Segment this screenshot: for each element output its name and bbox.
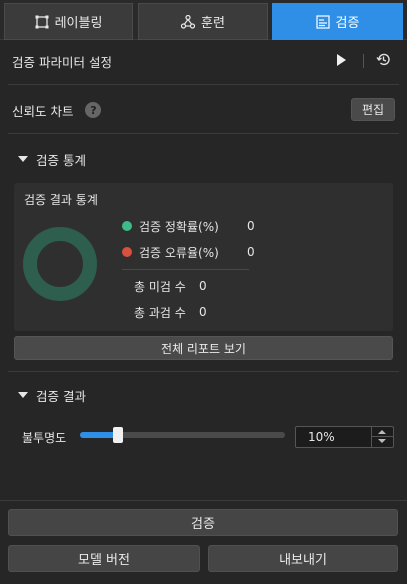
spin-up-icon[interactable] — [378, 430, 386, 434]
donut-chart — [22, 226, 98, 305]
error-legend-dot — [122, 247, 132, 257]
training-icon — [181, 14, 196, 29]
validate-button[interactable]: 검증 — [8, 509, 398, 536]
over-label: 총 과검 수 — [134, 305, 186, 320]
accuracy-legend-dot — [122, 221, 132, 231]
stats-box-title-row: 검증 결과 통계 — [24, 190, 98, 208]
edit-button[interactable]: 편집 — [351, 98, 395, 121]
stats-section-title: 검증 통계 — [36, 152, 86, 168]
footer-divider — [0, 500, 407, 501]
spin-down-icon[interactable] — [378, 439, 386, 443]
opacity-label: 불투명도 — [22, 430, 67, 445]
tab-training[interactable]: 훈련 — [138, 3, 268, 40]
donut-ring — [23, 227, 97, 301]
divider-1 — [8, 84, 399, 85]
missed-label: 총 미검 수 — [134, 279, 186, 294]
params-header: 검증 파라미터 설정 — [12, 52, 112, 70]
tab-labeling-label: 레이블링 — [54, 16, 103, 31]
accuracy-value: 0 — [247, 219, 255, 233]
opacity-slider[interactable] — [80, 427, 285, 443]
confidence-chart-row: 신뢰도 차트 ? — [12, 100, 102, 120]
play-button[interactable] — [335, 53, 347, 69]
results-section-title: 검증 결과 — [36, 388, 86, 404]
validation-icon — [315, 14, 330, 29]
spin-divider — [372, 436, 393, 437]
error-label: 검증 오류율(%) — [139, 245, 219, 260]
tab-validation[interactable]: 검증 — [272, 3, 403, 40]
results-section-header[interactable]: 검증 결과 — [18, 386, 86, 404]
params-title: 검증 파라미터 설정 — [12, 54, 112, 70]
missed-value: 0 — [199, 279, 207, 293]
divider-2 — [8, 133, 399, 134]
collapse-caret-icon — [18, 156, 28, 162]
export-button[interactable]: 내보내기 — [208, 545, 398, 572]
labeling-icon — [35, 15, 49, 29]
confidence-chart-label: 신뢰도 차트 — [12, 103, 74, 119]
header-divider — [363, 54, 364, 68]
full-report-button[interactable]: 전체 리포트 보기 — [14, 336, 393, 360]
missed-row: 총 미검 수 0 — [134, 277, 207, 295]
opacity-row: 불투명도 — [22, 428, 66, 446]
help-icon[interactable]: ? — [85, 102, 102, 118]
accuracy-row: 검증 정확률(%) 0 — [122, 217, 255, 235]
tab-bar: 레이블링 훈련 검증 — [0, 0, 407, 40]
history-icon — [376, 52, 391, 70]
collapse-caret-icon — [18, 392, 28, 398]
opacity-spin-buttons — [371, 427, 393, 447]
tab-validation-label: 검증 — [335, 16, 360, 31]
over-row: 총 과검 수 0 — [134, 303, 207, 321]
stats-inner-divider — [122, 269, 249, 270]
stats-box-title: 검증 결과 통계 — [24, 192, 98, 207]
error-row: 검증 오류율(%) 0 — [122, 243, 255, 261]
play-icon — [335, 53, 347, 70]
tab-training-label: 훈련 — [201, 16, 225, 31]
divider-3 — [8, 371, 399, 372]
error-value: 0 — [247, 245, 255, 259]
accuracy-label: 검증 정확률(%) — [139, 219, 219, 234]
history-button[interactable] — [376, 53, 391, 69]
opacity-spinbox[interactable]: 10% — [295, 426, 394, 448]
tab-labeling[interactable]: 레이블링 — [4, 3, 133, 40]
stats-section-header[interactable]: 검증 통계 — [18, 150, 86, 168]
opacity-slider-thumb[interactable] — [113, 427, 123, 443]
model-version-button[interactable]: 모델 버전 — [8, 545, 200, 572]
opacity-value[interactable]: 10% — [308, 430, 335, 444]
over-value: 0 — [199, 305, 207, 319]
